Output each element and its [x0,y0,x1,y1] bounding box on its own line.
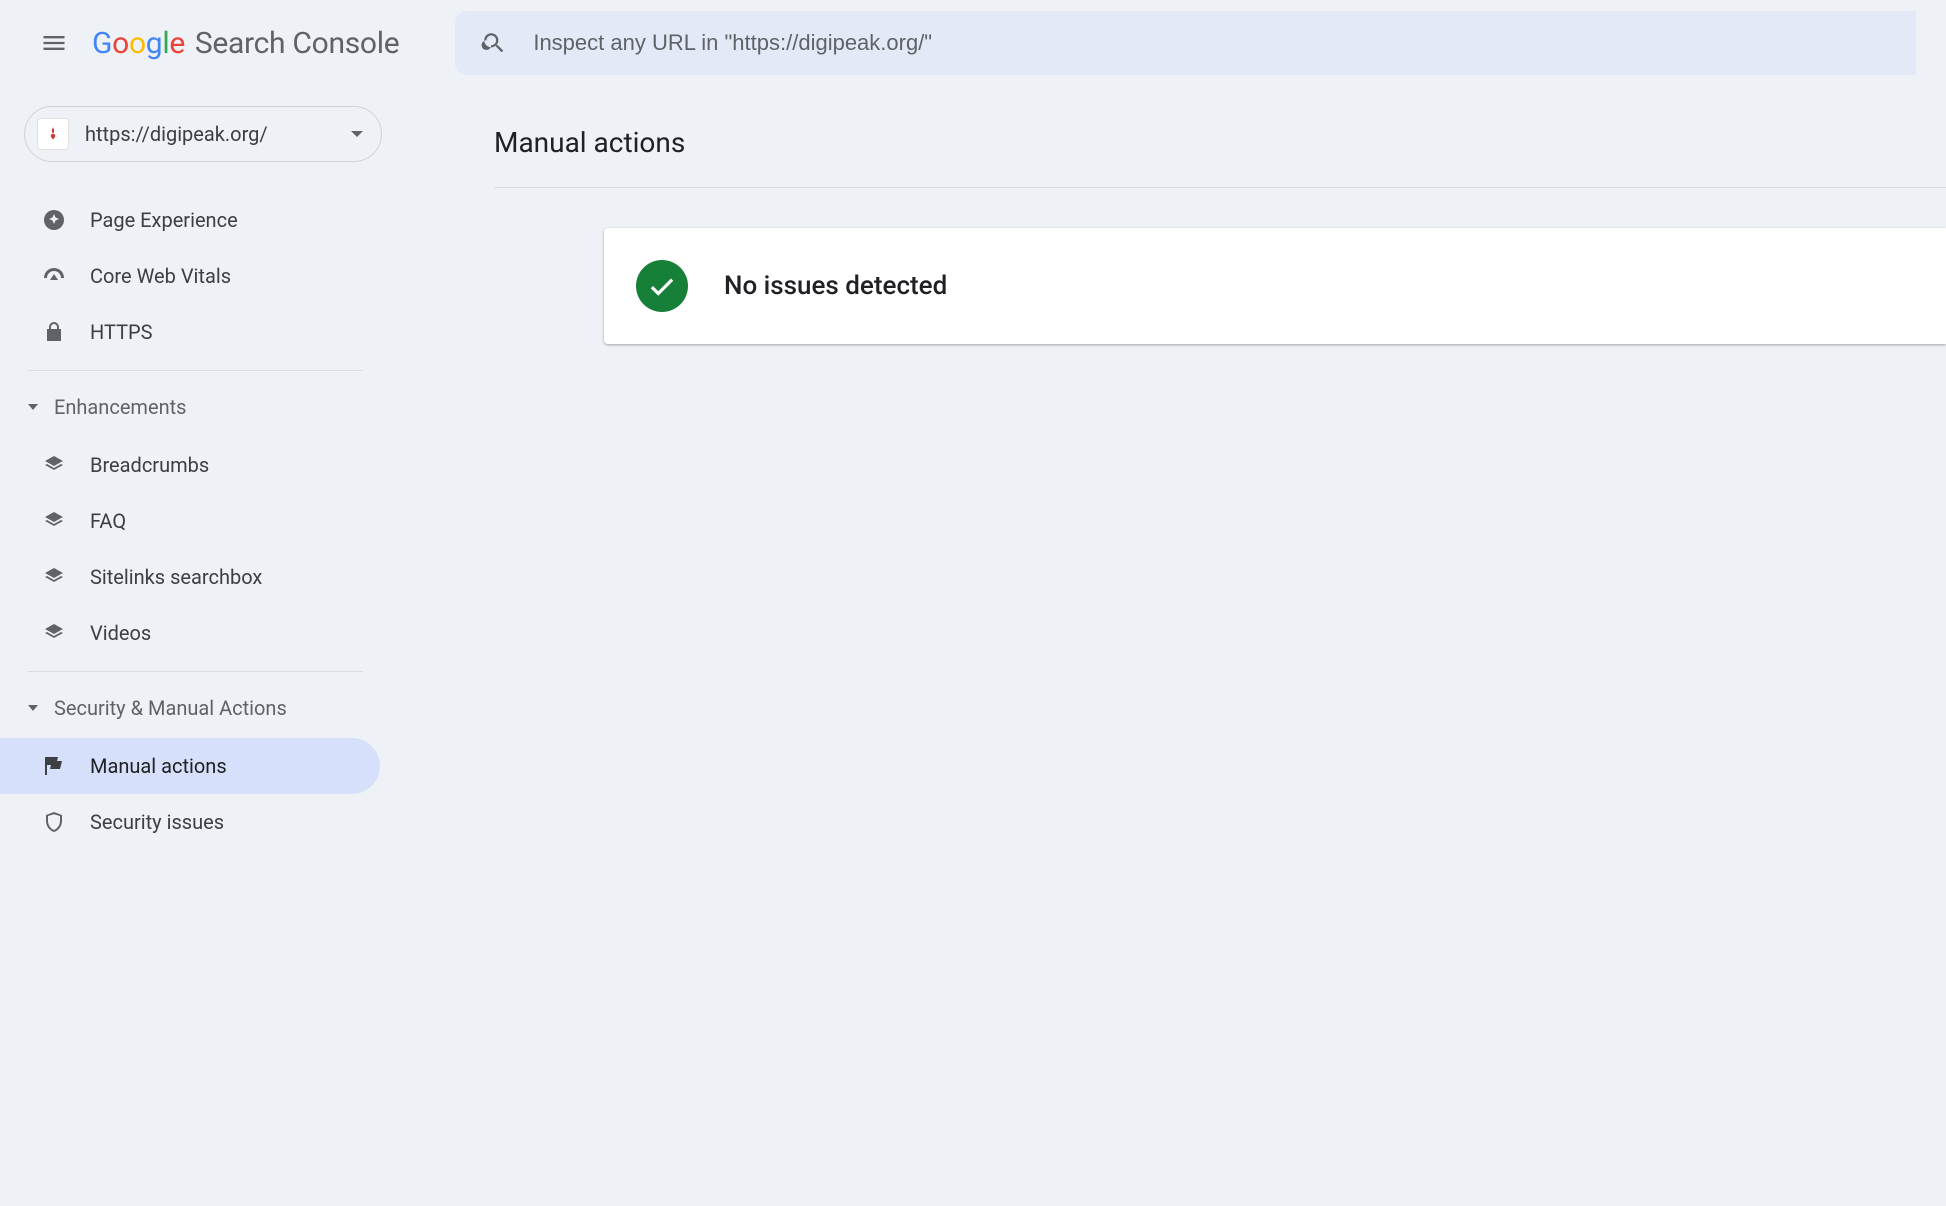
divider [28,370,363,371]
property-favicon [37,118,69,150]
google-logo: G o o g l e [92,26,185,61]
sidebar-item-sitelinks-searchbox[interactable]: Sitelinks searchbox [0,549,380,605]
sidebar-item-core-web-vitals[interactable]: Core Web Vitals [0,248,380,304]
page-title: Manual actions [494,126,1946,188]
search-icon [481,30,507,56]
hamburger-menu-button[interactable] [30,19,78,67]
menu-icon [40,29,68,57]
group-header-security-manual[interactable]: Security & Manual Actions [0,680,420,736]
chevron-down-icon [28,705,38,711]
sidebar-item-videos[interactable]: Videos [0,605,380,661]
sidebar: https://digipeak.org/ Page Experience Co… [0,86,420,1206]
sidebar-item-label: Breadcrumbs [90,453,209,477]
flag-icon [40,752,68,780]
sidebar-item-label: Sitelinks searchbox [90,565,262,589]
chevron-down-icon [351,131,363,137]
chevron-down-icon [28,404,38,410]
status-card: No issues detected [604,228,1946,344]
property-selector[interactable]: https://digipeak.org/ [24,106,382,162]
sparkle-icon [40,206,68,234]
group-header-enhancements[interactable]: Enhancements [0,379,420,435]
sidebar-item-label: Page Experience [90,208,238,232]
layers-icon [40,619,68,647]
sidebar-item-manual-actions[interactable]: Manual actions [0,738,380,794]
url-inspect-bar[interactable] [455,11,1916,75]
sidebar-item-label: HTTPS [90,320,153,344]
brand-suffix: Search Console [195,26,399,61]
status-message: No issues detected [724,271,947,301]
sidebar-item-https[interactable]: HTTPS [0,304,380,360]
divider [28,671,363,672]
sidebar-item-label: Security issues [90,810,224,834]
sidebar-item-security-issues[interactable]: Security issues [0,794,380,850]
app-header: G o o g l e Search Console [0,0,1946,86]
layers-icon [40,451,68,479]
shield-icon [40,808,68,836]
sidebar-item-breadcrumbs[interactable]: Breadcrumbs [0,437,380,493]
layers-icon [40,507,68,535]
group-title: Security & Manual Actions [54,696,287,720]
gauge-icon [40,262,68,290]
sidebar-item-label: Videos [90,621,151,645]
sidebar-item-label: FAQ [90,509,126,533]
sidebar-item-label: Core Web Vitals [90,264,231,288]
property-url-label: https://digipeak.org/ [85,122,351,146]
sidebar-item-label: Manual actions [90,754,227,778]
url-inspect-input[interactable] [533,30,1890,56]
sidebar-item-page-experience[interactable]: Page Experience [0,192,380,248]
layers-icon [40,563,68,591]
main-content: Manual actions No issues detected [420,86,1946,1206]
group-title: Enhancements [54,395,186,419]
sidebar-item-faq[interactable]: FAQ [0,493,380,549]
brand-logo: G o o g l e Search Console [92,26,399,61]
success-check-icon [636,260,688,312]
lock-icon [40,318,68,346]
